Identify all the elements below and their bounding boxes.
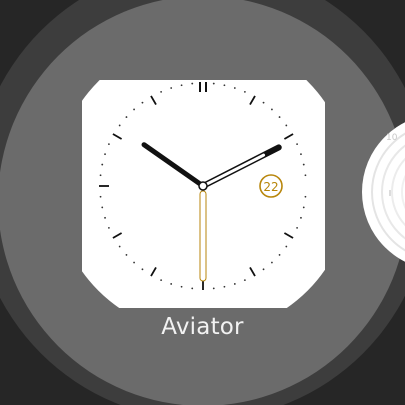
minute-dot	[118, 124, 121, 127]
next-face-label: 10	[386, 133, 398, 143]
minute-dot	[285, 124, 288, 127]
minute-dot	[101, 206, 104, 209]
minute-dot	[262, 268, 265, 271]
minute-dot	[191, 287, 194, 290]
minute-dot	[278, 116, 281, 118]
watch-face-preview[interactable]: 22	[82, 80, 325, 308]
next-face-preview: 10	[362, 122, 405, 262]
minute-dot	[223, 285, 226, 288]
minute-dot	[108, 226, 110, 229]
minute-dot	[141, 268, 144, 271]
minute-dot	[262, 101, 265, 104]
minute-dot	[180, 84, 183, 87]
minute-dot	[296, 143, 298, 146]
minute-dot	[99, 174, 102, 177]
minute-dot	[296, 226, 298, 229]
minute-dot	[302, 163, 305, 166]
minute-dot	[141, 101, 144, 104]
watch-face-picker-screen: 22 Aviator 10	[0, 0, 405, 405]
next-watch-face-peek[interactable]: 10	[360, 112, 405, 272]
minute-dot	[118, 245, 121, 248]
center-cap	[198, 181, 208, 191]
date-complication-value: 22	[263, 180, 278, 194]
minute-dot	[233, 283, 236, 285]
minute-dot	[243, 91, 246, 93]
minute-dot	[285, 245, 288, 248]
minute-dot	[101, 163, 104, 166]
minute-dot	[104, 153, 106, 156]
minute-dot	[133, 261, 135, 264]
minute-dot	[212, 287, 215, 290]
minute-dot	[99, 195, 102, 198]
minute-dot	[243, 279, 246, 281]
minute-dot	[212, 82, 215, 85]
minute-dot	[233, 87, 236, 89]
minute-dot	[125, 116, 128, 118]
minute-dot	[180, 285, 183, 288]
minute-dot	[271, 108, 273, 111]
minute-dot	[278, 254, 281, 256]
minute-dot	[191, 82, 194, 85]
minute-dot	[133, 108, 135, 111]
minute-dot	[104, 216, 106, 219]
minute-dot	[271, 261, 273, 264]
minute-dot	[108, 143, 110, 146]
analog-clock-preview: 22	[82, 80, 325, 308]
minute-dot	[170, 87, 173, 89]
minute-dot	[302, 206, 305, 209]
minute-dot	[304, 195, 307, 198]
minute-dot	[300, 216, 302, 219]
minute-dot	[160, 91, 163, 93]
minute-dot	[300, 153, 302, 156]
minute-dot	[304, 174, 307, 177]
watch-face-name: Aviator	[161, 314, 244, 340]
minute-dot	[125, 254, 128, 256]
minute-dot	[160, 279, 163, 281]
minute-dot	[223, 84, 226, 87]
minute-dot	[170, 283, 173, 285]
